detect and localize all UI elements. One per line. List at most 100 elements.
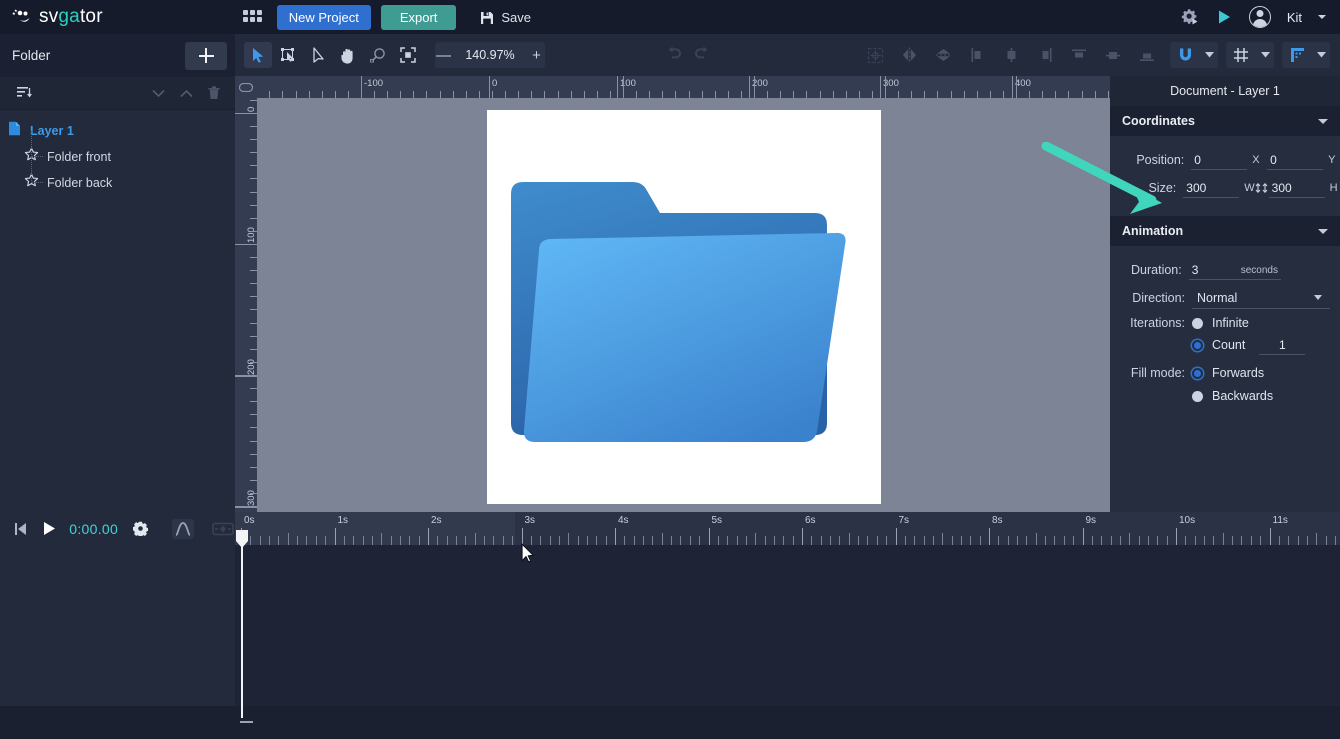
coordinates-section-body: Position: X Y Size: W H xyxy=(1110,136,1340,202)
add-layer-button[interactable] xyxy=(185,42,227,70)
animation-section-header[interactable]: Animation xyxy=(1110,216,1340,246)
user-avatar-icon[interactable] xyxy=(1249,6,1271,28)
timeline-tick-minor xyxy=(924,536,925,545)
current-time-display[interactable]: 0:00.00 xyxy=(69,521,118,537)
delete-layer-icon[interactable] xyxy=(203,82,225,104)
align-middle-v-icon[interactable] xyxy=(1099,42,1127,68)
flip-horizontal-icon[interactable] xyxy=(895,42,923,68)
dashboard-grid-icon[interactable] xyxy=(243,10,263,24)
grid-icon[interactable] xyxy=(1226,42,1256,68)
align-right-icon[interactable] xyxy=(1031,42,1059,68)
ruler-tick xyxy=(544,91,545,98)
timeline-tick-minor xyxy=(914,536,915,545)
ruler-dropdown-caret[interactable] xyxy=(1312,42,1330,68)
chevron-down-icon[interactable] xyxy=(1318,15,1326,19)
direct-select-tool[interactable] xyxy=(304,42,332,68)
timeline-tick-minor xyxy=(1064,536,1065,545)
layer-label: Folder back xyxy=(47,176,112,190)
skip-to-start-button[interactable] xyxy=(8,516,33,542)
sidebar-item-folder-front[interactable]: Folder front xyxy=(0,144,235,170)
timeline-settings-gear-icon[interactable] xyxy=(128,516,153,542)
ruler-tick xyxy=(250,309,257,310)
play-button[interactable] xyxy=(37,516,62,542)
select-tool[interactable] xyxy=(244,42,272,68)
pan-tool[interactable] xyxy=(334,42,362,68)
undo-arrow-icon[interactable] xyxy=(666,46,683,65)
timeline-tracks-area[interactable] xyxy=(0,545,1340,718)
timeline-tick-minor xyxy=(1316,533,1317,545)
zoom-out-button[interactable]: — xyxy=(435,42,452,68)
grid-dropdown-caret[interactable] xyxy=(1256,42,1274,68)
move-layer-down-icon[interactable] xyxy=(147,82,169,104)
move-layer-up-icon[interactable] xyxy=(175,82,197,104)
transform-tool[interactable] xyxy=(274,42,302,68)
playhead-marker-icon[interactable] xyxy=(236,530,248,548)
fit-screen-tool[interactable] xyxy=(394,42,422,68)
fill-mode-forwards-radio[interactable] xyxy=(1192,368,1203,379)
svgator-logo[interactable]: svgator xyxy=(12,6,103,28)
snap-dropdown-caret[interactable] xyxy=(1200,42,1218,68)
timeline-tick-minor xyxy=(1335,536,1336,545)
export-button[interactable]: Export xyxy=(381,5,457,30)
timeline-ruler-label: 3s xyxy=(525,515,536,526)
gear-run-icon[interactable] xyxy=(1181,8,1199,26)
save-button[interactable]: Save xyxy=(474,5,537,30)
position-x-input[interactable] xyxy=(1191,150,1247,170)
magnet-icon[interactable] xyxy=(1170,42,1200,68)
new-project-button[interactable]: New Project xyxy=(277,5,371,30)
iterations-count-label: Count xyxy=(1212,338,1245,352)
sort-list-icon[interactable] xyxy=(14,82,36,104)
redo-arrow-icon[interactable] xyxy=(693,46,710,65)
chevron-down-icon[interactable] xyxy=(1318,229,1328,234)
align-center-both-icon[interactable] xyxy=(861,42,889,68)
sidebar-item-layer-1[interactable]: Layer 1 xyxy=(0,118,235,144)
timeline-ruler[interactable]: 0s1s2s3s4s5s6s7s8s9s10s11s xyxy=(235,512,1340,545)
iterations-count-radio[interactable] xyxy=(1192,340,1203,351)
timeline-ruler-label: 0s xyxy=(244,515,255,526)
timeline-tick-minor xyxy=(933,536,934,545)
coordinates-section-header[interactable]: Coordinates xyxy=(1110,106,1340,136)
ruler-tick xyxy=(453,91,454,98)
timeline-ruler-label: 8s xyxy=(992,515,1003,526)
timeline-tick-minor xyxy=(475,533,476,545)
zoom-in-button[interactable]: + xyxy=(528,42,545,68)
zoom-tool[interactable] xyxy=(364,42,392,68)
timeline-tick-minor xyxy=(353,536,354,545)
fill-mode-backwards-radio[interactable] xyxy=(1192,391,1203,402)
ruler-corner[interactable] xyxy=(235,76,257,98)
flip-vertical-icon[interactable] xyxy=(929,42,957,68)
iterations-count-input[interactable] xyxy=(1259,336,1305,355)
timeline-tick-minor xyxy=(690,536,691,545)
timeline-zoom-out-icon[interactable] xyxy=(240,721,253,723)
timeline-controls: 0:00.00 xyxy=(0,512,235,545)
sidebar-item-folder-back[interactable]: Folder back xyxy=(0,170,235,196)
zoom-level-value[interactable]: 140.97% xyxy=(452,48,528,62)
ruler-tick xyxy=(675,91,676,98)
timeline-tick-minor xyxy=(1101,536,1102,545)
chevron-down-icon[interactable] xyxy=(1318,119,1328,124)
ruler-icon[interactable] xyxy=(1282,42,1312,68)
align-left-icon[interactable] xyxy=(963,42,991,68)
canvas-area[interactable]: -100 0 100 200 300 400 0 100 200 300 xyxy=(235,76,1110,512)
easing-curve-icon[interactable] xyxy=(171,516,196,542)
keyframe-icon[interactable] xyxy=(210,516,235,542)
history-group xyxy=(666,46,710,65)
direction-select[interactable]: Normal xyxy=(1192,288,1330,309)
size-width-input[interactable] xyxy=(1183,178,1239,198)
ruler-tick xyxy=(322,91,323,98)
direction-value: Normal xyxy=(1192,291,1237,305)
ruler-tick xyxy=(479,91,480,98)
align-bottom-icon[interactable] xyxy=(1133,42,1161,68)
iterations-infinite-radio[interactable] xyxy=(1192,318,1203,329)
svgator-logo-mark xyxy=(12,8,32,26)
play-icon[interactable] xyxy=(1215,8,1233,26)
position-y-input[interactable] xyxy=(1267,150,1323,170)
size-height-input[interactable] xyxy=(1269,178,1325,198)
align-top-icon[interactable] xyxy=(1065,42,1093,68)
link-ratio-icon[interactable] xyxy=(1255,182,1269,194)
timeline-ruler-label: 11s xyxy=(1273,515,1288,526)
align-center-h-icon[interactable] xyxy=(997,42,1025,68)
ruler-tick xyxy=(348,91,349,98)
canvas-toolbar: — 140.97% + xyxy=(235,34,1340,76)
folder-illustration[interactable] xyxy=(503,168,883,458)
